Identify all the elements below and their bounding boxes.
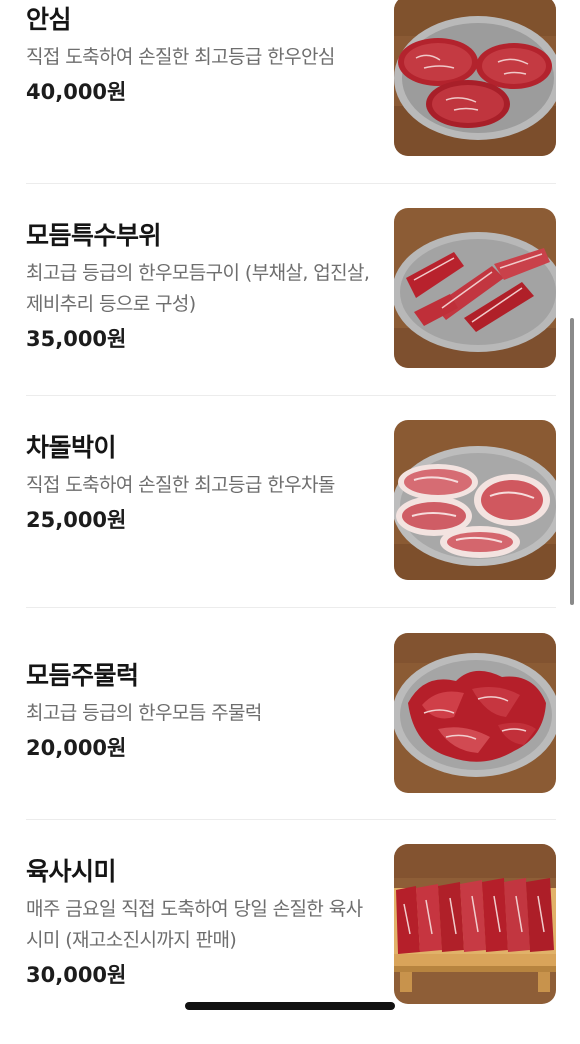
menu-item-text: 모듬특수부위 최고급 등급의 한우모듬구이 (부채살, 업진살, 제비추리 등으… xyxy=(26,220,371,354)
special-cuts-photo[interactable] xyxy=(394,208,556,368)
menu-item-description: 매주 금요일 직접 도축하여 당일 손질한 육사시미 (재고소진시까지 판매) xyxy=(26,898,363,951)
menu-item-text: 모듬주물럭 최고급 등급의 한우모듬 주물럭 20,000원 xyxy=(26,660,371,763)
tenderloin-steak-photo[interactable] xyxy=(394,0,556,156)
menu-item-marinated-beef[interactable]: 모듬주물럭 최고급 등급의 한우모듬 주물럭 20,000원 xyxy=(0,620,580,832)
menu-item-name: 모듬특수부위 xyxy=(26,221,162,250)
beef-sashimi-photo[interactable] xyxy=(394,844,556,1004)
divider xyxy=(26,183,556,184)
menu-item-price: 25,000원 xyxy=(26,508,127,532)
divider xyxy=(26,819,556,820)
menu-item-description: 직접 도축하여 손질한 최고등급 한우안심 xyxy=(26,46,335,68)
menu-item-description: 직접 도축하여 손질한 최고등급 한우차돌 xyxy=(26,474,335,496)
menu-item-beef-sashimi[interactable]: 육사시미 매주 금요일 직접 도축하여 당일 손질한 육사시미 (재고소진시까지… xyxy=(0,832,580,1044)
divider xyxy=(26,395,556,396)
menu-item-brisket[interactable]: 차돌박이 직접 도축하여 손질한 최고등급 한우차돌 25,000원 xyxy=(0,408,580,620)
menu-item-name: 모듬주물럭 xyxy=(26,661,139,690)
menu-item-text: 육사시미 매주 금요일 직접 도축하여 당일 손질한 육사시미 (재고소진시까지… xyxy=(26,856,371,990)
marinated-beef-photo[interactable] xyxy=(394,633,556,793)
menu-item-text: 안심 직접 도축하여 손질한 최고등급 한우안심 40,000원 xyxy=(26,4,371,107)
menu-item-price: 30,000원 xyxy=(26,963,127,987)
menu-item-price: 35,000원 xyxy=(26,327,127,351)
menu-item-price: 40,000원 xyxy=(26,80,127,104)
menu-item-name: 안심 xyxy=(26,5,72,34)
home-indicator[interactable] xyxy=(185,1002,395,1010)
menu-item-description: 최고급 등급의 한우모듬구이 (부채살, 업진살, 제비추리 등으로 구성) xyxy=(26,262,370,315)
scrollbar[interactable] xyxy=(570,318,574,605)
menu-item-tenderloin[interactable]: 안심 직접 도축하여 손질한 최고등급 한우안심 40,000원 xyxy=(0,0,580,196)
menu-item-price: 20,000원 xyxy=(26,736,127,760)
menu-item-text: 차돌박이 직접 도축하여 손질한 최고등급 한우차돌 25,000원 xyxy=(26,432,371,535)
menu-item-description: 최고급 등급의 한우모듬 주물럭 xyxy=(26,702,262,724)
divider xyxy=(26,607,556,608)
menu-item-special-cuts[interactable]: 모듬특수부위 최고급 등급의 한우모듬구이 (부채살, 업진살, 제비추리 등으… xyxy=(0,196,580,408)
menu-item-name: 육사시미 xyxy=(26,857,117,886)
brisket-slices-photo[interactable] xyxy=(394,420,556,580)
menu-item-name: 차돌박이 xyxy=(26,433,117,462)
